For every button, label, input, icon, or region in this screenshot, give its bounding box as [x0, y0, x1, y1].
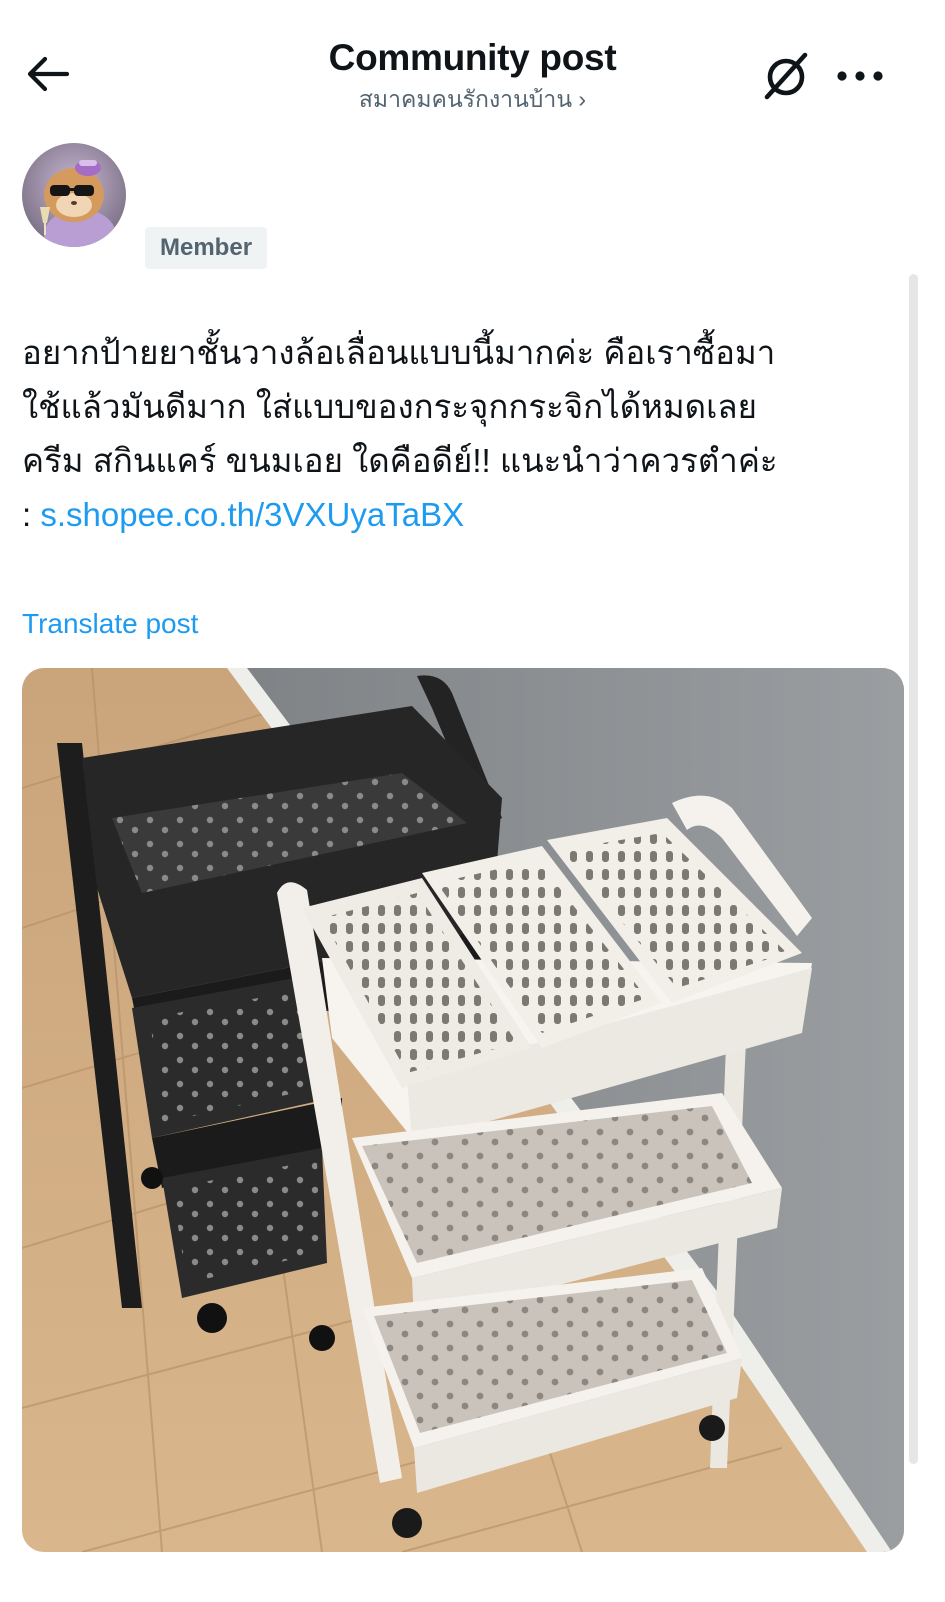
post-text-line: ใช้แล้วมันดีมาก ใส่แบบของกระจุกกระจิกได้…	[22, 388, 757, 425]
post-media-image[interactable]	[22, 668, 904, 1552]
member-badge: Member	[145, 227, 268, 269]
more-horizontal-icon	[837, 71, 883, 81]
post-text-line: ครีม สกินแคร์ ขนมเอย ใดคือดีย์!! แนะนำว่…	[22, 442, 778, 479]
author-avatar[interactable]	[22, 143, 126, 247]
translate-post-link[interactable]: Translate post	[22, 606, 198, 642]
link-prefix: :	[22, 496, 41, 533]
shopee-link[interactable]: s.shopee.co.th/3VXUyaTaBX	[40, 496, 464, 533]
scrollbar[interactable]	[909, 274, 918, 1464]
post-link-line: : s.shopee.co.th/3VXUyaTaBX	[22, 488, 917, 542]
storage-cart-photo	[22, 668, 904, 1552]
grok-icon	[764, 52, 808, 100]
top-bar: Community post สมาคมคนรักงานบ้าน ›	[0, 0, 945, 130]
post-text-line: อยากป้ายยาชั้นวางล้อเลื่อนแบบนี้มากค่ะ ค…	[22, 334, 776, 371]
more-options-button[interactable]	[834, 52, 886, 100]
grok-button[interactable]	[758, 48, 814, 104]
post-text: อยากป้ายยาชั้นวางล้อเลื่อนแบบนี้มากค่ะ ค…	[22, 326, 917, 542]
avatar-image	[22, 143, 126, 247]
